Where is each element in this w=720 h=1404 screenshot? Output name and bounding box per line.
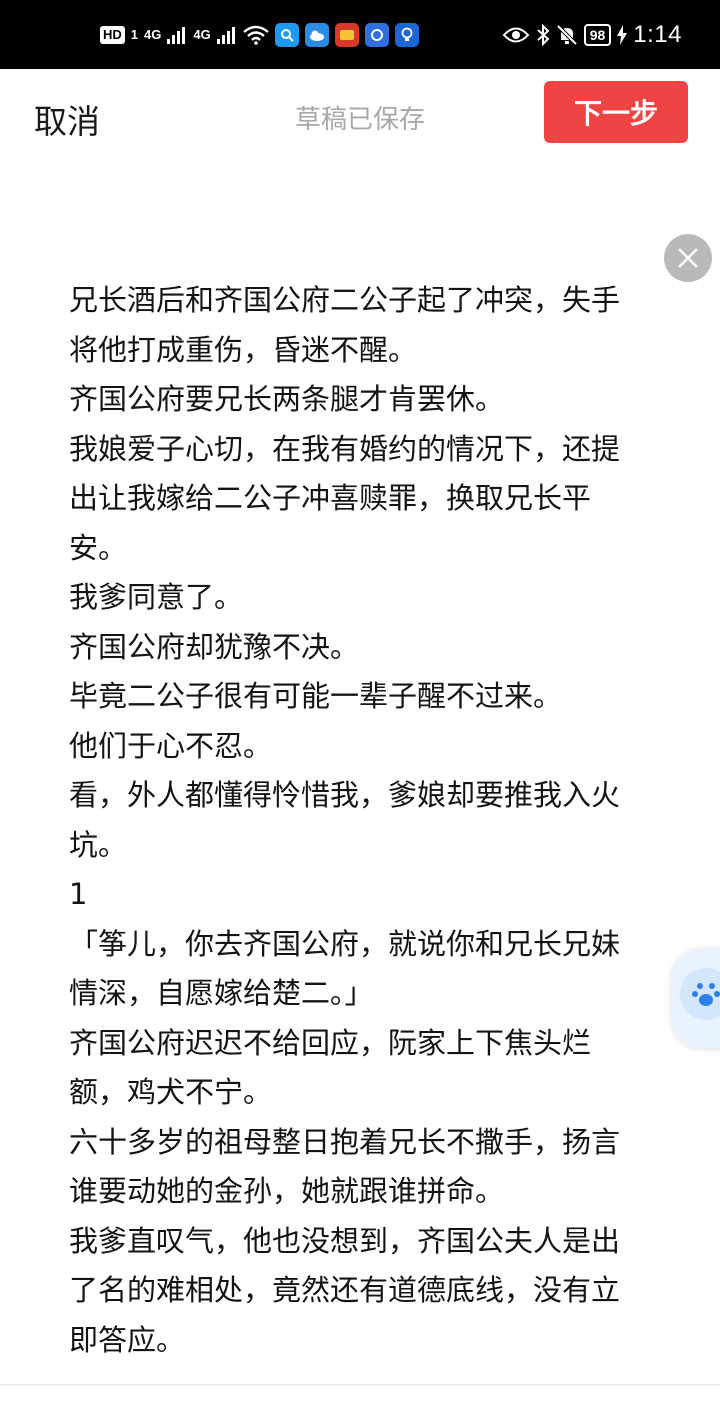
bluetooth-icon [537,23,550,46]
paw-icon [680,968,720,1020]
charging-icon [617,24,628,45]
eye-icon [502,27,530,42]
video-app-icon [334,22,359,47]
wifi-icon [242,25,269,45]
battery-icon: 98 [583,23,612,46]
editor-paragraph: 六十多岁的祖母整日抱着兄长不撒手，扬言谁要动她的金孙，她就跟谁拼命。 [69,1124,621,1209]
network-type-1: 4G [144,27,162,42]
editor-paragraph: 1 [69,877,88,911]
network-type-2: 4G [193,27,211,42]
editor-paragraph: 兄长酒后和齐国公府二公子起了冲突，失手将他打成重伤，昏迷不醒。 [69,283,621,367]
map-app-icon [364,22,389,47]
bell-muted-icon [556,24,578,45]
editor-paragraph: 毕竟二公子很有可能一辈子醒不过来。 [69,679,563,713]
status-bar-left: HD 1 4G 4G [100,22,419,47]
status-bar-right: 98 1:14 [502,21,682,49]
next-step-button[interactable]: 下一步 [544,81,688,143]
editor-paragraph: 我爹同意了。 [69,580,244,614]
editor-paragraph: 他们于心不忍。 [69,728,273,763]
editor-paragraph: 我娘爱子心切，在我有婚约的情况下，还提出让我嫁给二公子冲喜赎罪，换取兄长平安。 [69,431,621,565]
editor-paragraph: 「筝儿，你去齐国公府，就说你和兄长兄妹情深，自愿嫁给楚二。」 [69,926,621,1011]
article-editor[interactable]: 兄长酒后和齐国公府二公子起了冲突，失手将他打成重伤，昏迷不醒。齐国公府要兄长两条… [69,276,641,1365]
clock: 1:14 [633,20,682,48]
editor-header: 取消 草稿已保存 下一步 [0,69,720,164]
editor-paragraph: 我爹直叹气，他也没想到，齐国公夫人是出了名的难相处，竟然还有道德底线，没有立即答… [69,1223,621,1357]
editor-paragraph: 齐国公府迟迟不给回应，阮家上下焦头烂额，鸡犬不宁。 [69,1025,592,1110]
signal-icon [216,26,235,44]
weather-app-icon [304,22,329,47]
search-app-icon [274,22,299,47]
bottom-divider [0,1384,720,1386]
hd-badge: HD [100,25,125,44]
status-bar: HD 1 4G 4G 98 1:14 [0,0,720,69]
editor-paragraph: 看，外人都懂得怜惜我，爹娘却要推我入火坑。 [69,778,621,862]
signal-icon [167,26,186,44]
editor-paragraph: 齐国公府要兄长两条腿才肯罢休。 [69,382,505,416]
floating-assistant-button[interactable] [672,950,720,1048]
close-icon [678,248,698,268]
dismiss-button[interactable] [664,234,712,282]
lightbulb-app-icon [394,22,419,47]
sim-slot-1: 1 [130,27,139,42]
editor-paragraph: 齐国公府却犹豫不决。 [69,629,360,664]
